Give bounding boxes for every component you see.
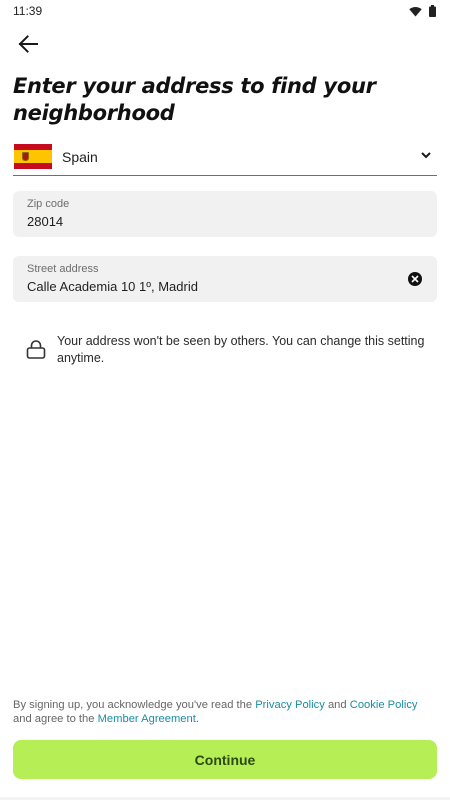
country-name: Spain	[62, 148, 98, 165]
wifi-icon	[409, 6, 422, 16]
status-icons	[409, 5, 436, 17]
country-select[interactable]: Spain	[13, 138, 437, 176]
street-address-value[interactable]: Calle Academia 10 1º, Madrid	[27, 279, 423, 295]
status-time: 11:39	[13, 4, 43, 18]
spain-flag	[14, 144, 52, 169]
privacy-policy-link[interactable]: Privacy Policy	[255, 699, 325, 711]
arrow-left-icon	[18, 35, 38, 53]
page-title: Enter your address to find your neighbor…	[13, 74, 376, 125]
back-button[interactable]	[14, 30, 42, 58]
cookie-policy-link[interactable]: Cookie Policy	[350, 699, 418, 711]
continue-button[interactable]: Continue	[13, 740, 437, 779]
legal-and: and	[324, 699, 350, 711]
clear-icon	[411, 275, 419, 283]
privacy-note: Your address won't be seen by others. Yo…	[26, 333, 431, 367]
chevron-down-icon	[421, 152, 431, 159]
legal-middle: and agree to the	[13, 713, 98, 725]
battery-icon	[429, 5, 436, 17]
privacy-note-text: Your address won't be seen by others. Yo…	[57, 334, 425, 365]
legal-suffix: .	[195, 713, 199, 725]
legal-prefix: By signing up, you acknowledge you've re…	[13, 699, 256, 711]
street-address-field[interactable]: Street address Calle Academia 10 1º, Mad…	[13, 256, 437, 302]
zip-code-field[interactable]: Zip code 28014	[13, 191, 437, 237]
legal-text: By signing up, you acknowledge you've re…	[13, 698, 438, 726]
street-address-label: Street address	[27, 263, 99, 275]
zip-code-value[interactable]: 28014	[27, 214, 423, 230]
member-agreement-link[interactable]: Member Agreement	[98, 713, 196, 725]
zip-code-label: Zip code	[27, 198, 70, 210]
lock-icon	[26, 340, 46, 359]
clear-street-button[interactable]	[408, 272, 422, 286]
status-bar: 11:39	[0, 0, 450, 22]
